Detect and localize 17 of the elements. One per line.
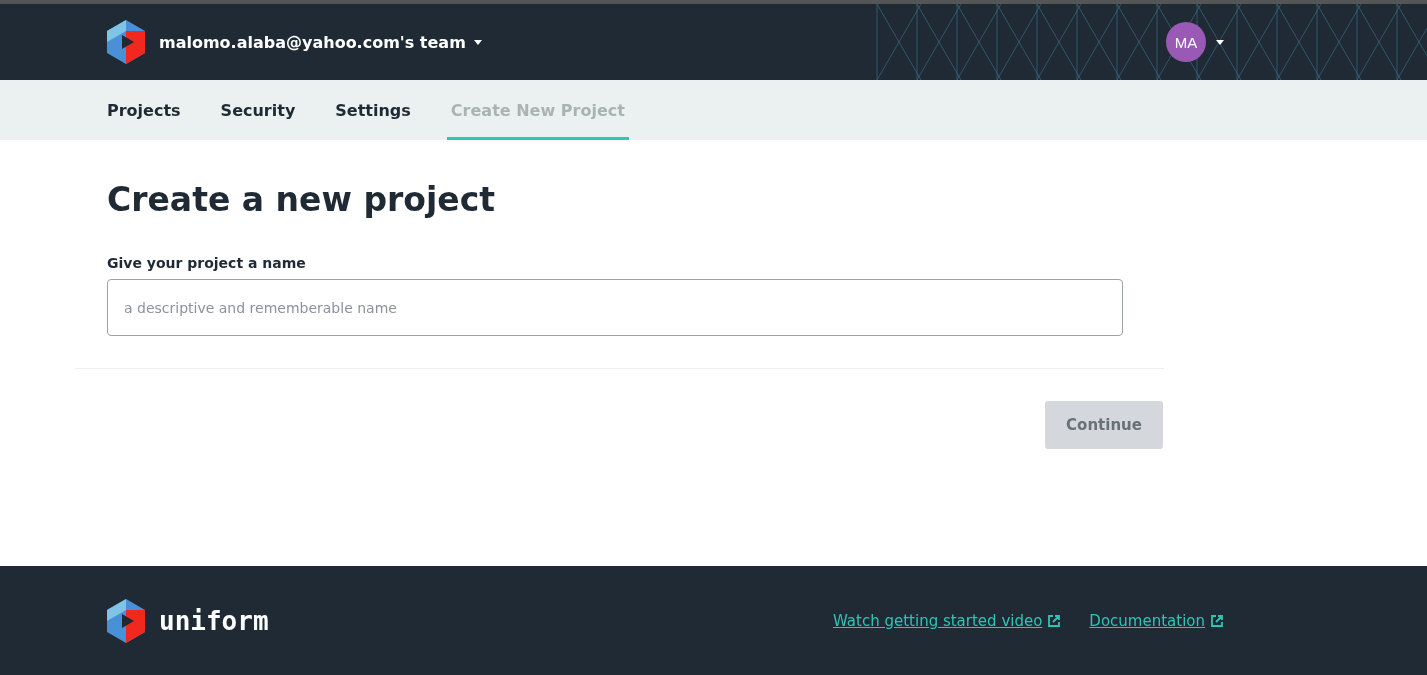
footer-link[interactable]: Documentation (1089, 611, 1205, 630)
team-dropdown[interactable]: malomo.alaba@yahoo.com's team (159, 32, 482, 52)
brand-name: uniform (159, 605, 269, 636)
user-menu[interactable]: MA (1166, 22, 1224, 62)
tab[interactable]: Security (216, 80, 300, 140)
input-field[interactable]: a descriptive and rememberable name (107, 279, 1123, 336)
tab[interactable]: Projects (103, 80, 185, 140)
avatar: MA (1166, 22, 1206, 62)
page-title: Create a new project (107, 180, 496, 219)
logo-icon (107, 20, 145, 64)
footer-link[interactable]: Watch getting started video (833, 611, 1043, 630)
tab[interactable]: Settings (331, 80, 415, 140)
logo-icon (107, 598, 145, 643)
caret-icon (1216, 39, 1224, 45)
external-link-icon (1047, 613, 1062, 628)
external-link-icon (1210, 613, 1224, 628)
field-label: Give your project a name (107, 255, 307, 271)
